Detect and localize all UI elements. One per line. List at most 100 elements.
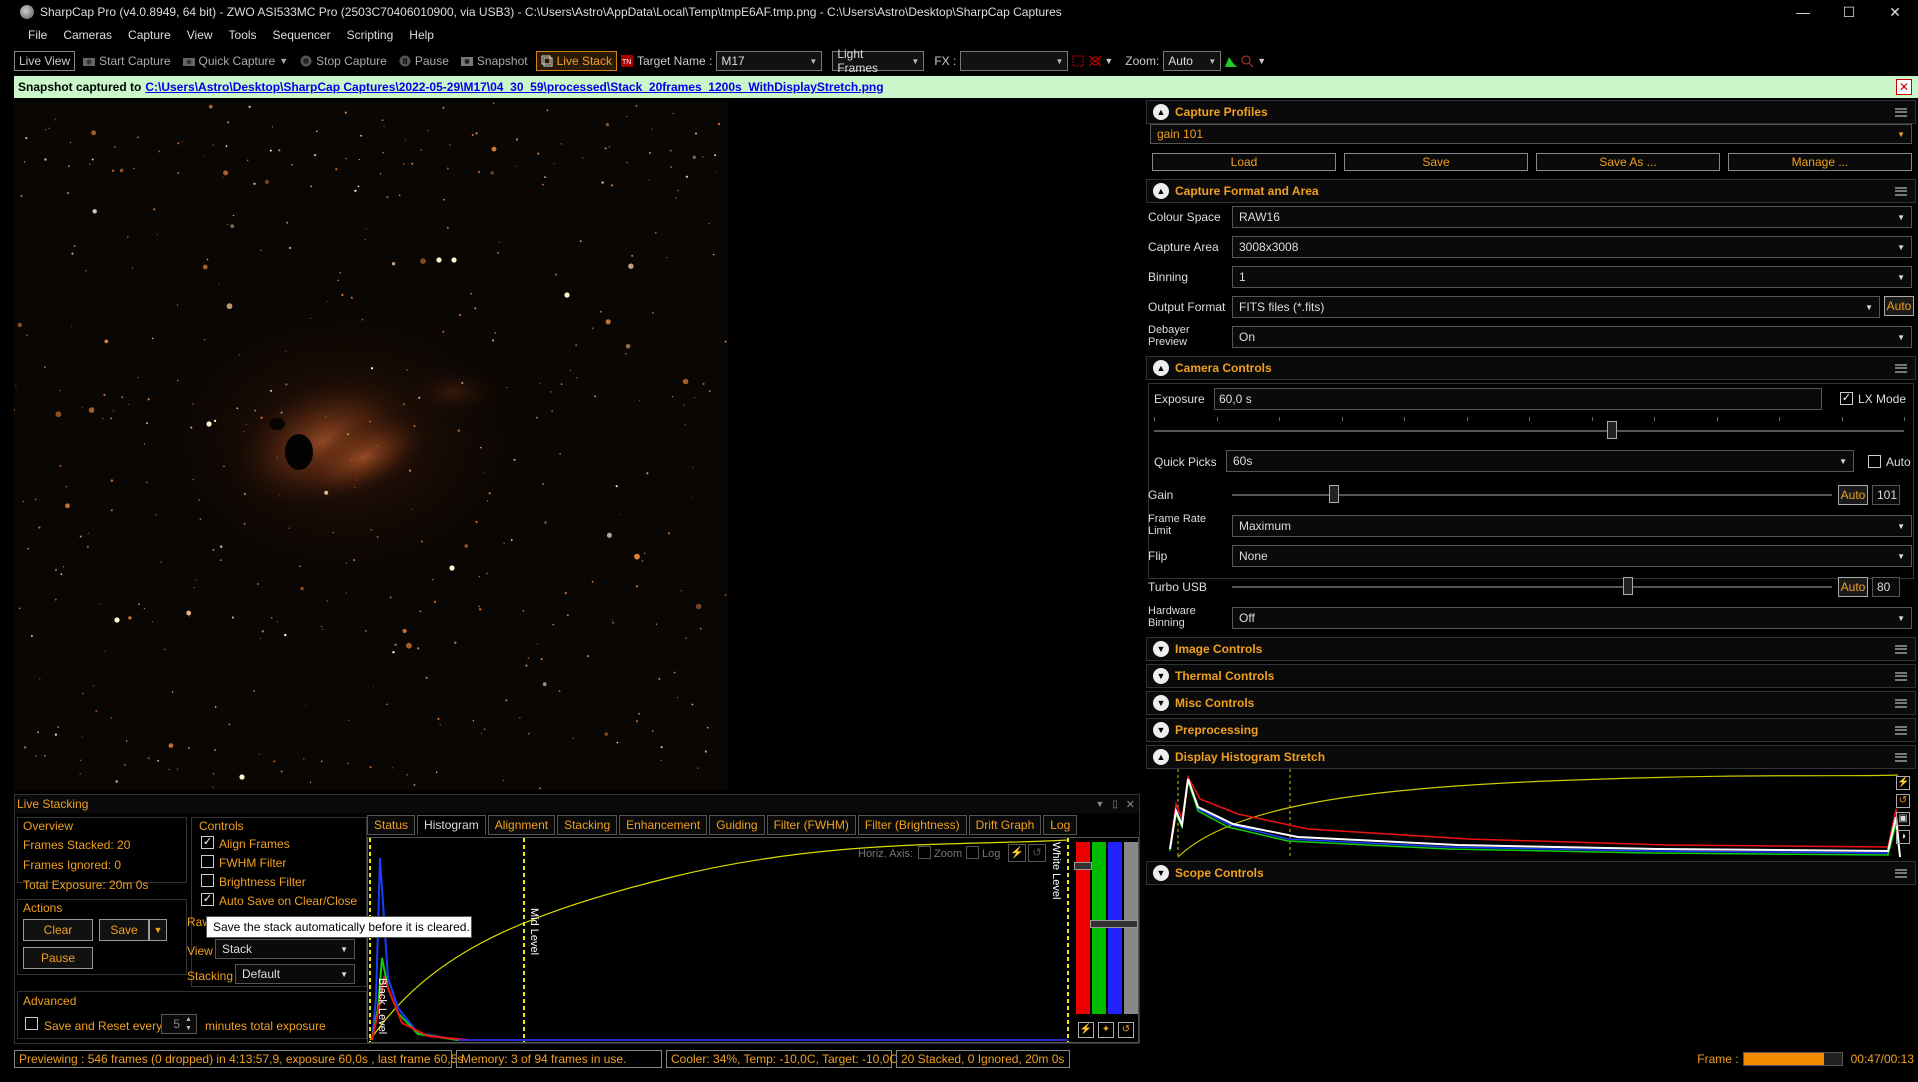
level-slider-thumb[interactable] <box>1074 862 1092 870</box>
chevron-up-icon[interactable]: ▲ <box>1153 360 1169 376</box>
menu-icon[interactable] <box>1895 363 1907 373</box>
tab-histogram[interactable]: Histogram <box>417 815 486 835</box>
quick-picks-select[interactable]: 60s ▼ <box>1226 450 1854 472</box>
zoom-checkbox[interactable] <box>918 846 931 859</box>
view-select[interactable]: Stack ▼ <box>215 939 355 959</box>
profile-load-button[interactable]: Load <box>1152 153 1336 171</box>
output-format-auto-button[interactable]: Auto <box>1884 296 1914 316</box>
lx-mode-checkbox[interactable]: ✓ <box>1840 392 1853 405</box>
blue-level-bar[interactable] <box>1108 842 1122 1014</box>
minimize-icon[interactable]: — <box>1780 0 1826 24</box>
quick-picks-auto-checkbox[interactable] <box>1868 455 1881 468</box>
section-capture-profiles[interactable]: ▲ Capture Profiles <box>1146 100 1916 124</box>
turbo-slider-track[interactable] <box>1232 586 1832 588</box>
tab-status[interactable]: Status <box>367 815 416 835</box>
flip-select[interactable]: None ▼ <box>1232 545 1912 567</box>
focus-icon[interactable] <box>1241 55 1254 68</box>
lightning-icon[interactable]: ⚡ <box>1008 844 1026 862</box>
lightning-icon[interactable]: ⚡ <box>1078 1022 1094 1038</box>
tab-filter-fwhm[interactable]: Filter (FWHM) <box>766 815 856 835</box>
turbo-value[interactable]: 80 <box>1872 577 1900 597</box>
zoom-combo[interactable]: Auto ▼ <box>1163 51 1222 71</box>
tab-log[interactable]: Log <box>1043 815 1078 835</box>
start-capture-button[interactable]: Start Capture <box>79 52 174 70</box>
menu-cameras[interactable]: Cameras <box>55 28 120 42</box>
turbo-slider-thumb[interactable] <box>1623 577 1633 595</box>
brightness-filter-checkbox[interactable] <box>201 874 214 887</box>
section-thermal-controls[interactable]: ▼ Thermal Controls <box>1146 664 1916 688</box>
close-icon[interactable]: ✕ <box>1896 79 1912 95</box>
chevron-up-icon[interactable]: ▲ <box>1153 104 1169 120</box>
section-misc-controls[interactable]: ▼ Misc Controls <box>1146 691 1916 715</box>
chevron-down-icon[interactable]: ▼ <box>1153 668 1169 684</box>
reset-icon[interactable]: ↺ <box>1896 794 1910 808</box>
profile-select[interactable]: gain 101 ▼ <box>1150 124 1912 144</box>
stop-capture-button[interactable]: Stop Capture <box>296 52 391 70</box>
save-button[interactable]: Save <box>99 919 149 941</box>
hw-binning-select[interactable]: Off ▼ <box>1232 607 1912 629</box>
snapshot-button[interactable]: Snapshot <box>457 52 532 70</box>
tab-filter-brightness[interactable]: Filter (Brightness) <box>857 815 967 835</box>
contrast-icon[interactable]: ◑ <box>1896 830 1910 844</box>
pause-button[interactable]: Pause <box>23 947 93 969</box>
pause-button[interactable]: Pause <box>395 52 453 70</box>
align-frames-checkbox[interactable]: ✓ <box>201 836 214 849</box>
chevron-down-icon[interactable]: ▼ <box>149 919 167 941</box>
luminance-level-bar[interactable] <box>1124 842 1138 1014</box>
close-icon[interactable]: ✕ <box>1126 798 1135 811</box>
chevron-up-icon[interactable]: ▲ <box>1153 749 1169 765</box>
frame-rate-select[interactable]: Maximum ▼ <box>1232 515 1912 537</box>
log-checkbox[interactable] <box>966 846 979 859</box>
save-icon[interactable]: ▣ <box>1896 812 1910 826</box>
turbo-auto-button[interactable]: Auto <box>1838 577 1868 597</box>
section-capture-format[interactable]: ▲ Capture Format and Area <box>1146 179 1916 203</box>
selection-rect-icon[interactable] <box>1072 55 1084 67</box>
exposure-slider-thumb[interactable] <box>1606 421 1617 439</box>
frame-type-combo[interactable]: Light Frames ▼ <box>832 47 925 75</box>
menu-tools[interactable]: Tools <box>221 28 265 42</box>
section-camera-controls[interactable]: ▲ Camera Controls <box>1146 356 1916 380</box>
maximize-icon[interactable]: ☐ <box>1826 0 1872 24</box>
reticle-off-icon[interactable] <box>1088 55 1102 67</box>
menu-icon[interactable] <box>1895 671 1907 681</box>
gain-slider-track[interactable] <box>1232 494 1832 496</box>
reset-icon[interactable]: ↺ <box>1118 1022 1134 1038</box>
reset-icon[interactable]: ↺ <box>1028 844 1046 862</box>
chevron-down-icon[interactable]: ▼ <box>279 56 288 66</box>
menu-icon[interactable] <box>1895 868 1907 878</box>
output-format-select[interactable]: FITS files (*.fits) ▼ <box>1232 296 1880 318</box>
green-level-bar[interactable] <box>1092 842 1106 1014</box>
live-view-button[interactable]: Live View <box>14 51 76 71</box>
menu-icon[interactable] <box>1895 752 1907 762</box>
tab-guiding[interactable]: Guiding <box>709 815 765 835</box>
section-preprocessing[interactable]: ▼ Preprocessing <box>1146 718 1916 742</box>
live-stack-button[interactable]: Live Stack <box>535 51 617 71</box>
profile-save-button[interactable]: Save <box>1344 153 1528 171</box>
menu-icon[interactable] <box>1895 698 1907 708</box>
quick-capture-button[interactable]: Quick Capture ▼ <box>179 52 293 70</box>
tab-stacking[interactable]: Stacking <box>557 815 618 835</box>
auto-save-checkbox[interactable]: ✓ <box>201 893 214 906</box>
debayer-select[interactable]: On ▼ <box>1232 326 1912 348</box>
menu-icon[interactable] <box>1895 186 1907 196</box>
tab-drift-graph[interactable]: Drift Graph <box>968 815 1042 835</box>
capture-area-select[interactable]: 3008x3008 ▼ <box>1232 236 1912 258</box>
lightning-icon[interactable]: ⚡ <box>1896 776 1910 790</box>
image-preview[interactable] <box>14 102 728 790</box>
menu-icon[interactable] <box>1895 107 1907 117</box>
chevron-up-icon[interactable]: ▲ <box>1153 183 1169 199</box>
tab-alignment[interactable]: Alignment <box>487 815 556 835</box>
chevron-down-icon[interactable]: ▼ <box>1257 56 1266 66</box>
gain-value[interactable]: 101 <box>1872 485 1900 505</box>
spinner-icon[interactable]: ▲ ▼ <box>185 1015 192 1033</box>
tab-enhancement[interactable]: Enhancement <box>619 815 708 835</box>
star-icon[interactable]: ✦ <box>1098 1022 1114 1038</box>
chevron-down-icon[interactable]: ▼ <box>1104 56 1113 66</box>
exposure-input[interactable]: 60,0 s <box>1214 388 1822 410</box>
fx-combo[interactable]: ▼ <box>960 51 1069 71</box>
profile-manage-button[interactable]: Manage ... <box>1728 153 1912 171</box>
menu-sequencer[interactable]: Sequencer <box>265 28 339 42</box>
exposure-slider-track[interactable] <box>1154 430 1904 432</box>
section-image-controls[interactable]: ▼ Image Controls <box>1146 637 1916 661</box>
snapshot-path-link[interactable]: C:\Users\Astro\Desktop\SharpCap Captures… <box>145 80 883 94</box>
